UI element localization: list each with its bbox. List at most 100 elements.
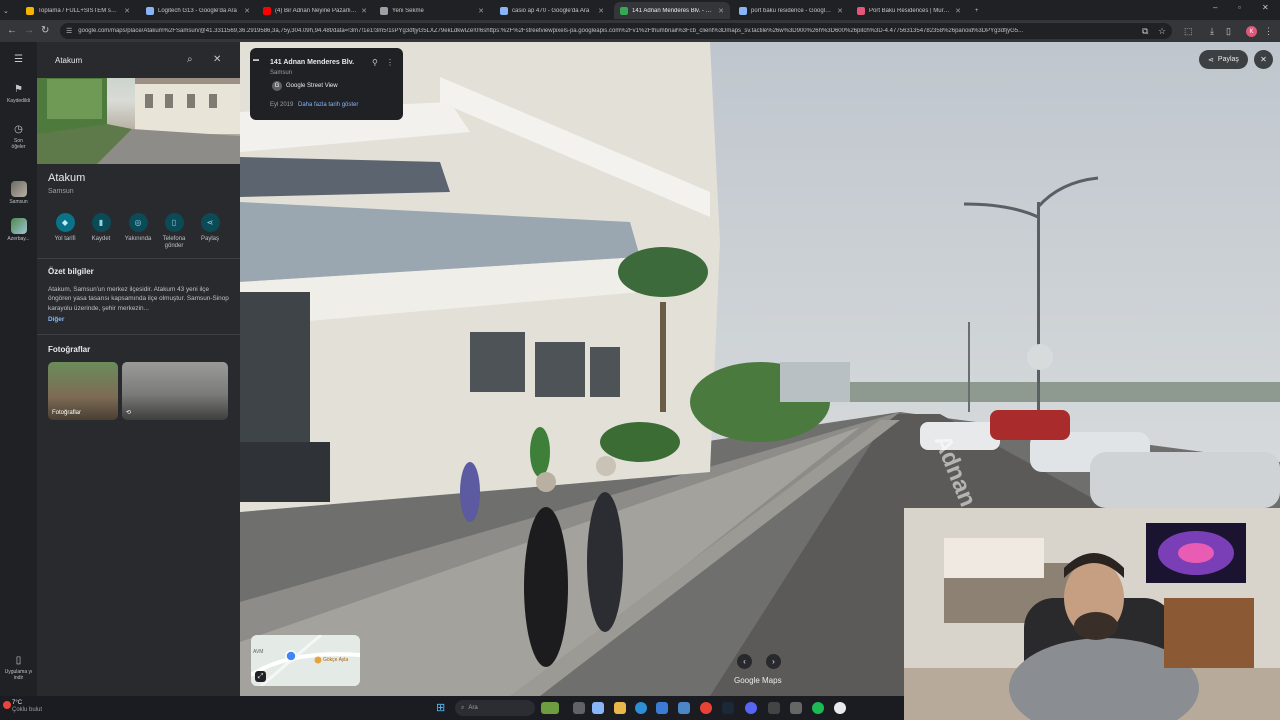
place-hero-photo[interactable]	[37, 74, 240, 164]
steam-icon[interactable]	[722, 702, 734, 714]
windows-start-icon[interactable]: ⊞	[436, 701, 445, 714]
share-place-button[interactable]: ⋖ Paylaş	[193, 213, 227, 243]
browser-tab[interactable]: Port Baku Residences | Muradh... ✕	[851, 2, 967, 19]
install-app-icon[interactable]: ⧉	[1142, 25, 1148, 37]
task-view-icon[interactable]	[573, 702, 585, 714]
store-icon[interactable]	[656, 702, 668, 714]
overview-heading: Özet bilgiler	[48, 267, 94, 276]
save-button[interactable]: ▮ Kaydet	[84, 213, 118, 243]
site-info-icon[interactable]: ☰	[66, 27, 72, 35]
close-window-icon[interactable]: ✕	[1262, 3, 1269, 12]
discord-icon[interactable]	[745, 702, 757, 714]
tab-favicon-icon	[263, 6, 271, 15]
copilot-icon[interactable]	[592, 702, 604, 714]
file-explorer-icon[interactable]	[614, 702, 626, 714]
rail-recent-samsun-label: Samsun	[9, 199, 28, 205]
widget-landscape-icon[interactable]	[541, 702, 559, 714]
more-options-icon[interactable]: ⋮	[386, 58, 394, 67]
browser-tab[interactable]: Logitech G13 - Google'da Ara ✕	[140, 2, 256, 19]
rail-recent[interactable]: ◷ Son öğeler	[0, 124, 37, 150]
reload-icon[interactable]: ↻	[41, 25, 49, 37]
browser-tab[interactable]: Yeni Sekme ✕	[374, 2, 490, 19]
next-view-button[interactable]: ›	[766, 654, 781, 669]
tab-favicon-icon	[739, 6, 747, 15]
minimize-icon[interactable]: –	[1213, 3, 1217, 12]
mini-map[interactable]: AVM Gökçe Ayla ⤢	[251, 635, 360, 686]
close-street-view-button[interactable]: ✕	[1254, 50, 1273, 69]
close-search-icon[interactable]: ✕	[213, 54, 221, 66]
expand-map-icon[interactable]: ⤢	[255, 671, 266, 682]
overview-more-link[interactable]: Diğer	[48, 316, 64, 323]
rail-recent-azerbaycan-label: Azerbay...	[7, 236, 30, 242]
tab-title: Port Baku Residences | Muradh...	[869, 7, 952, 14]
edge-icon[interactable]	[635, 702, 647, 714]
back-icon[interactable]: ←	[7, 25, 17, 37]
browser-tab[interactable]: Toplama / FULL+SİSTEM sahibi... ✕	[20, 2, 136, 19]
maximize-icon[interactable]: ▫	[1238, 3, 1241, 12]
menu-button[interactable]: ☰	[0, 54, 37, 66]
profile-avatar[interactable]: K	[1246, 26, 1257, 37]
download-icon[interactable]: ⤓	[1210, 25, 1214, 37]
close-tab-icon[interactable]: ✕	[718, 7, 724, 15]
maps-left-rail: ☰ ⚑ Kaydedildi ◷ Son öğeler Samsun Azerb…	[0, 42, 37, 696]
search-box[interactable]: Atakum	[37, 42, 240, 78]
close-tab-icon[interactable]: ✕	[478, 7, 484, 15]
bookmark-icon: ▮	[91, 213, 111, 232]
new-tab-button[interactable]: +	[972, 2, 986, 19]
nearby-button[interactable]: ◎ Yakınında	[121, 213, 155, 243]
address-bar[interactable]: ☰ google.com/maps/place/Atakum%2FSamsun/…	[60, 23, 1172, 39]
rail-saved-label: Kaydedildi	[6, 98, 31, 104]
weather-icon	[3, 701, 11, 709]
weather-widget[interactable]: 7°C Çoklu bulut	[12, 700, 42, 714]
weather-temp: 7°C	[12, 700, 23, 706]
close-tab-icon[interactable]: ✕	[124, 7, 130, 15]
close-tab-icon[interactable]: ✕	[598, 7, 604, 15]
directions-label: Yol tarifi	[54, 236, 76, 242]
close-tab-icon[interactable]: ✕	[244, 7, 250, 15]
bookmark-star-icon[interactable]: ☆	[1158, 25, 1166, 37]
send-to-phone-button[interactable]: ▯ Telefona gönder	[157, 213, 191, 250]
browser-tab[interactable]: casio ap 470 - Google'da Ara ✕	[494, 2, 610, 19]
browser-tab[interactable]: (4) Bir Adnan Neyine Pazarlık Y... ✕	[257, 2, 373, 19]
close-tab-icon[interactable]: ✕	[361, 7, 367, 15]
tab-title: Logitech G13 - Google'da Ara	[158, 7, 237, 14]
media-player-icon[interactable]	[834, 702, 846, 714]
rail-saved[interactable]: ⚑ Kaydedildi	[0, 84, 37, 104]
search-input[interactable]: Atakum	[55, 56, 82, 65]
extensions-icon[interactable]: ⬚	[1184, 25, 1193, 37]
forward-icon[interactable]: →	[24, 25, 34, 37]
tab-search-button[interactable]: ⌄	[3, 2, 17, 19]
url-text: google.com/maps/place/Atakum%2FSamsun/@4…	[78, 28, 1024, 34]
phone-icon: ▯	[164, 213, 184, 232]
browser-tab[interactable]: port baku residence - Google'd... ✕	[733, 2, 849, 19]
tab-title: port baku residence - Google'd...	[751, 7, 834, 14]
close-tab-icon[interactable]: ✕	[955, 7, 961, 15]
location-pin-icon[interactable]: ⚲	[372, 58, 378, 67]
mail-icon[interactable]	[678, 702, 690, 714]
rail-recent-azerbaycan[interactable]: Azerbay...	[0, 218, 37, 242]
street-view-address: 141 Adnan Menderes Blv.	[270, 59, 355, 66]
photo-thumbnail[interactable]: Fotoğraflar	[48, 362, 118, 420]
settings-icon[interactable]	[790, 702, 802, 714]
more-dates-link[interactable]: Daha fazla tarih göster	[298, 102, 358, 108]
tab-title: (4) Bir Adnan Neyine Pazarlık Y...	[275, 7, 358, 14]
close-tab-icon[interactable]: ✕	[837, 7, 843, 15]
browser-menu-icon[interactable]: ⋮	[1264, 25, 1273, 37]
directions-button[interactable]: ◆ Yol tarifi	[48, 213, 82, 243]
browser-tab[interactable]: 141 Adnan Menderes Blv. - Goo... ✕	[614, 2, 730, 19]
share-button[interactable]: ⋖ Paylaş	[1199, 50, 1248, 69]
street-view-thumbnail[interactable]: ⟲	[122, 362, 228, 420]
taskbar-search[interactable]: ⌕ Ara	[455, 700, 535, 716]
sidepanel-icon[interactable]: ▯	[1226, 25, 1231, 37]
back-to-map-icon[interactable]: ▬	[253, 57, 259, 63]
obs-icon[interactable]	[768, 702, 780, 714]
share-icon: ⋖	[1208, 56, 1214, 64]
rail-get-app[interactable]: ▯ Uygulama yı indir	[0, 655, 37, 681]
rail-recent-samsun[interactable]: Samsun	[0, 181, 37, 205]
search-icon[interactable]: ⌕	[187, 54, 193, 66]
spotify-icon[interactable]	[812, 702, 824, 714]
chrome-icon[interactable]	[700, 702, 712, 714]
rotate-360-icon: ⟲	[126, 410, 132, 416]
previous-view-button[interactable]: ‹	[737, 654, 752, 669]
tab-favicon-icon	[146, 6, 154, 15]
